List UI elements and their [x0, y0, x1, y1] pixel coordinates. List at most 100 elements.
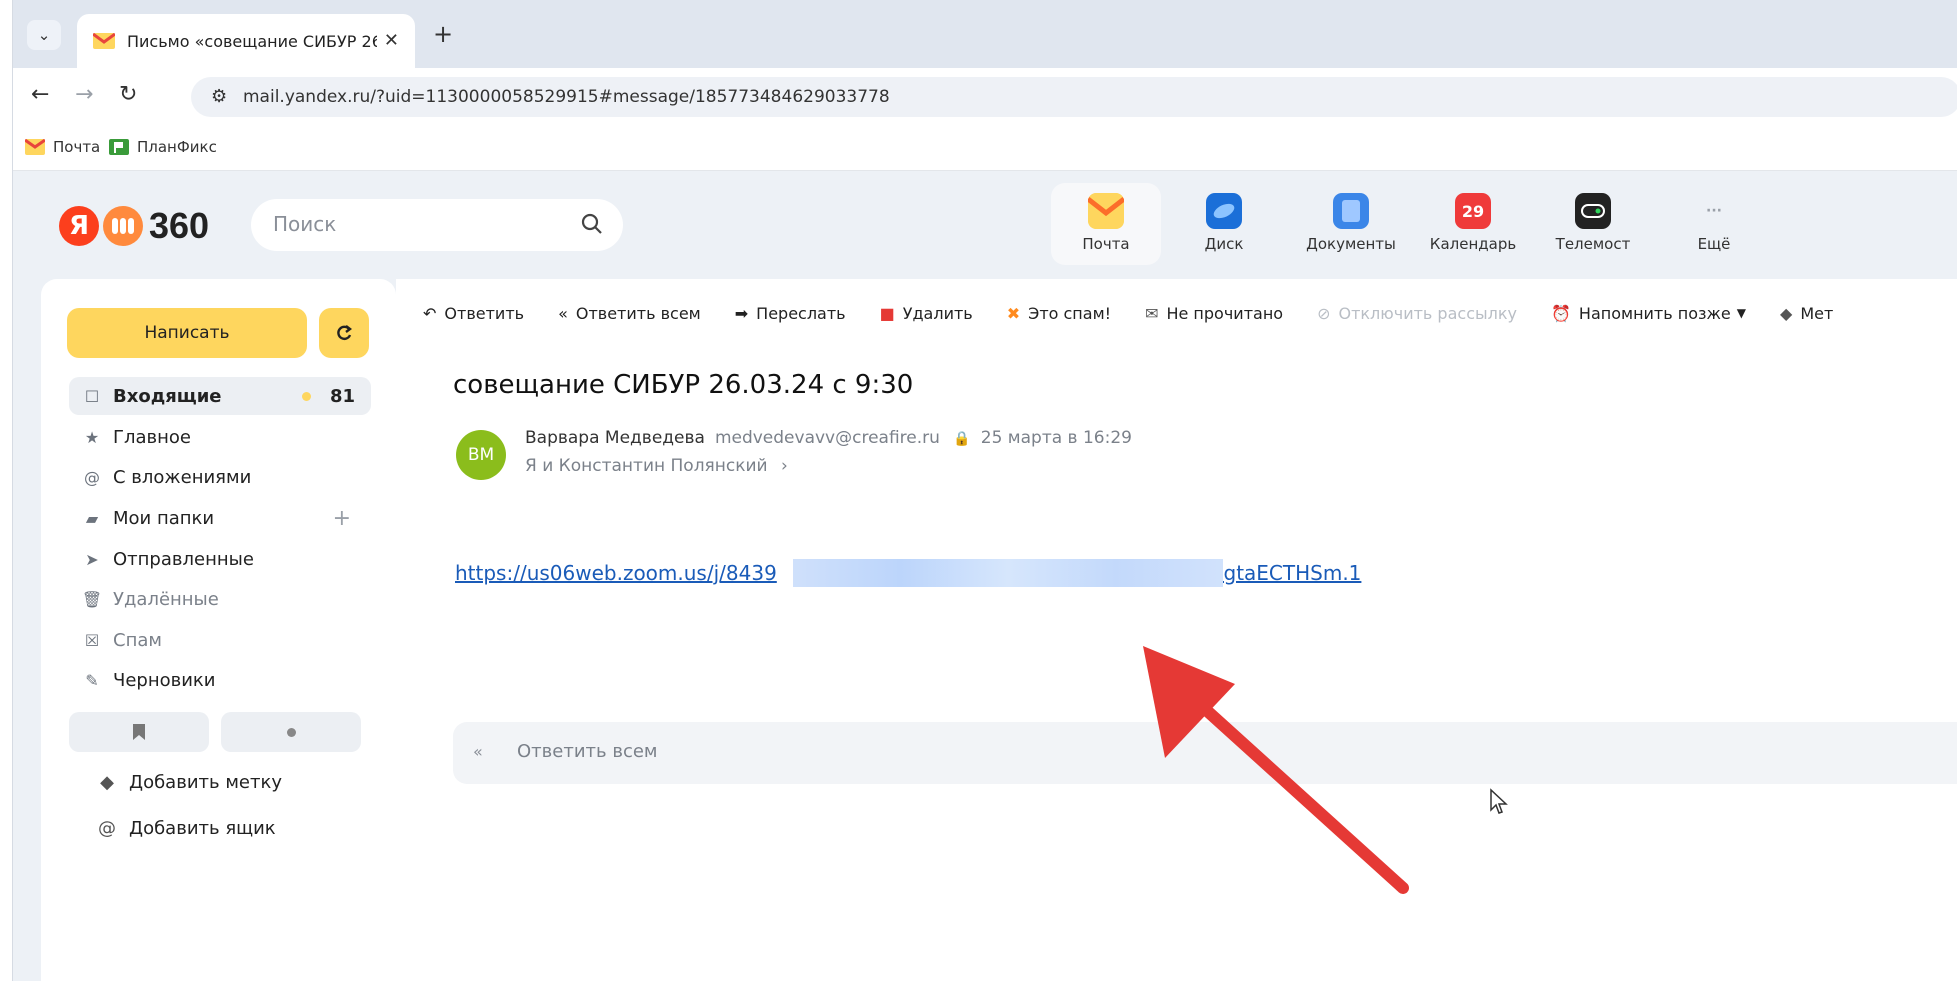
disk-app-icon: [1206, 193, 1242, 229]
folder-label: Удалённые: [113, 588, 219, 610]
sidebar-item-attachments[interactable]: @ С вложениями: [69, 458, 371, 496]
unread-count: 81: [329, 385, 355, 407]
at-icon: @: [98, 818, 116, 839]
sidebar-item-deleted[interactable]: 🗑 Удалённые: [69, 580, 371, 618]
mail-app-icon: [1088, 193, 1124, 229]
sidebar-item-spam[interactable]: ☒ Спам: [69, 621, 371, 659]
browser-tab[interactable]: Письмо «совещание СИБУР 26 ✕: [77, 14, 415, 68]
forward-icon: ➡: [734, 303, 749, 323]
sidebar-item-my-folders[interactable]: ▰ Мои папки +: [69, 499, 371, 537]
close-icon[interactable]: ✕: [384, 30, 399, 51]
trash-icon: ■: [879, 303, 895, 323]
new-tab-button[interactable]: +: [433, 20, 453, 48]
tab-title: Письмо «совещание СИБУР 26: [127, 31, 377, 51]
chevron-right-icon: ›: [781, 456, 788, 476]
reply-button[interactable]: ↶ Ответить: [423, 304, 524, 323]
forward-button[interactable]: ➡ Переслать: [735, 304, 846, 323]
folder-label: Мои папки: [113, 507, 215, 529]
unread-dot: [302, 391, 311, 401]
reload-icon[interactable]: ↻: [119, 82, 137, 107]
app-label: Календарь: [1429, 235, 1517, 253]
add-folder-icon[interactable]: +: [333, 506, 351, 531]
envelope-icon: ✉: [1145, 303, 1159, 323]
search-input[interactable]: Поиск: [251, 199, 623, 251]
sender-email[interactable]: medvedevavv@creafire.ru: [715, 428, 940, 448]
paperclip-icon: @: [84, 467, 100, 487]
remind-later-button[interactable]: ⏰ Напомнить позже ▼: [1551, 304, 1746, 323]
recipients-text: Я и Константин Полянский: [525, 456, 768, 476]
reply-all-button[interactable]: « Ответить всем: [558, 304, 701, 323]
sender-line: Варвара Медведева medvedevavv@creafire.ru…: [525, 428, 1132, 448]
tab-bar: ⌄ Письмо «совещание СИБУР 26 ✕ +: [13, 0, 1957, 68]
link-start: https://us06web.zoom.us/j/8439: [455, 561, 777, 585]
yandex-360-logo[interactable]: Я 360: [59, 205, 209, 247]
mark-unread-button[interactable]: ✉ Не прочитано: [1145, 304, 1283, 323]
chevron-down-icon: ⌄: [37, 26, 51, 44]
avatar[interactable]: ВМ: [456, 430, 506, 480]
label-label: Мет: [1800, 303, 1834, 323]
logo-360-text: 360: [149, 205, 210, 246]
add-label-text: Добавить метку: [129, 772, 282, 793]
refresh-icon: [337, 325, 352, 341]
app-telemost[interactable]: Телемост: [1538, 183, 1648, 265]
bookmark-filter-button[interactable]: [69, 712, 209, 752]
tag-icon: ◆: [1780, 303, 1793, 323]
unsubscribe-button[interactable]: ⊘ Отключить рассылку: [1317, 304, 1517, 323]
docs-app-icon: [1333, 193, 1369, 229]
address-bar: ← → ↻ ⚙ mail.yandex.ru/?uid=113000005852…: [13, 68, 1957, 126]
app-documents[interactable]: Документы: [1296, 183, 1406, 265]
chevron-down-icon: ▼: [1736, 306, 1747, 320]
remind-icon: ⏰: [1550, 303, 1571, 323]
sidebar-item-drafts[interactable]: ✎ Черновики: [69, 661, 371, 699]
browser-window: ⌄ Письмо «совещание СИБУР 26 ✕ + ← → ↻ ⚙…: [12, 0, 1957, 981]
reply-label: Ответить: [444, 303, 525, 323]
forward-arrow-icon[interactable]: →: [75, 82, 93, 107]
add-label-link[interactable]: ◆ Добавить метку: [95, 772, 282, 793]
spam-label: Это спам!: [1028, 303, 1112, 323]
mail-favicon-icon: [93, 33, 115, 49]
compose-button[interactable]: Написать: [67, 308, 307, 358]
mouse-cursor-icon: [1490, 788, 1508, 814]
bookmark-planfix[interactable]: ПланФикс: [109, 138, 217, 156]
delete-button[interactable]: ■ Удалить: [880, 304, 973, 323]
redacted-blur: [793, 559, 1223, 587]
app-label: Диск: [1204, 235, 1244, 253]
sender-name[interactable]: Варвара Медведева: [525, 428, 705, 448]
app-calendar[interactable]: 29 Календарь: [1418, 183, 1528, 265]
add-mailbox-link[interactable]: @ Добавить ящик: [95, 818, 276, 839]
app-pochta[interactable]: Почта: [1051, 183, 1161, 265]
url-text: mail.yandex.ru/?uid=1130000058529915#mes…: [243, 87, 890, 107]
site-settings-icon[interactable]: ⚙: [211, 86, 227, 107]
folder-label: Главное: [113, 426, 191, 448]
reply-all-label: Ответить всем: [575, 303, 701, 323]
bookmark-label: ПланФикс: [137, 138, 217, 156]
unread-filter-button[interactable]: [221, 712, 361, 752]
app-label: Документы: [1306, 235, 1396, 253]
tab-list-dropdown[interactable]: ⌄: [27, 20, 61, 50]
unsubscribe-icon: ⊘: [1317, 303, 1331, 323]
recipients[interactable]: Я и Константин Полянский ›: [525, 456, 788, 476]
spam-button[interactable]: ✖ Это спам!: [1007, 304, 1111, 323]
folders-icon: ▰: [85, 508, 99, 528]
message-toolbar: ↶ Ответить « Ответить всем ➡ Переслать ■ Уда…: [423, 296, 1867, 330]
red-arrow-annotation: [1143, 646, 1409, 894]
label-button[interactable]: ◆ Мет: [1780, 304, 1833, 323]
app-disk[interactable]: Диск: [1169, 183, 1279, 265]
sidebar-item-sent[interactable]: ➤ Отправленные: [69, 540, 371, 578]
dot-icon: [286, 727, 296, 737]
bookmark-pochta[interactable]: Почта: [25, 138, 100, 156]
folder-label: Входящие: [113, 385, 222, 407]
planfix-icon: [109, 139, 129, 155]
app-more[interactable]: ··· Ещё: [1659, 183, 1769, 265]
sidebar-item-inbox[interactable]: ☐ Входящие 81: [69, 377, 371, 415]
back-arrow-icon[interactable]: ←: [31, 82, 49, 107]
url-field[interactable]: ⚙ mail.yandex.ru/?uid=1130000058529915#m…: [191, 77, 1957, 117]
sidebar-item-main[interactable]: ★ Главное: [69, 418, 371, 456]
app-label: Ещё: [1697, 235, 1731, 253]
refresh-button[interactable]: [319, 308, 369, 358]
lock-icon: 🔒: [953, 431, 971, 447]
bookmark-label: Почта: [53, 138, 101, 156]
search-icon[interactable]: [579, 211, 605, 237]
telemost-app-icon: [1575, 193, 1611, 229]
quick-reply-label: Ответить всем: [517, 741, 658, 762]
